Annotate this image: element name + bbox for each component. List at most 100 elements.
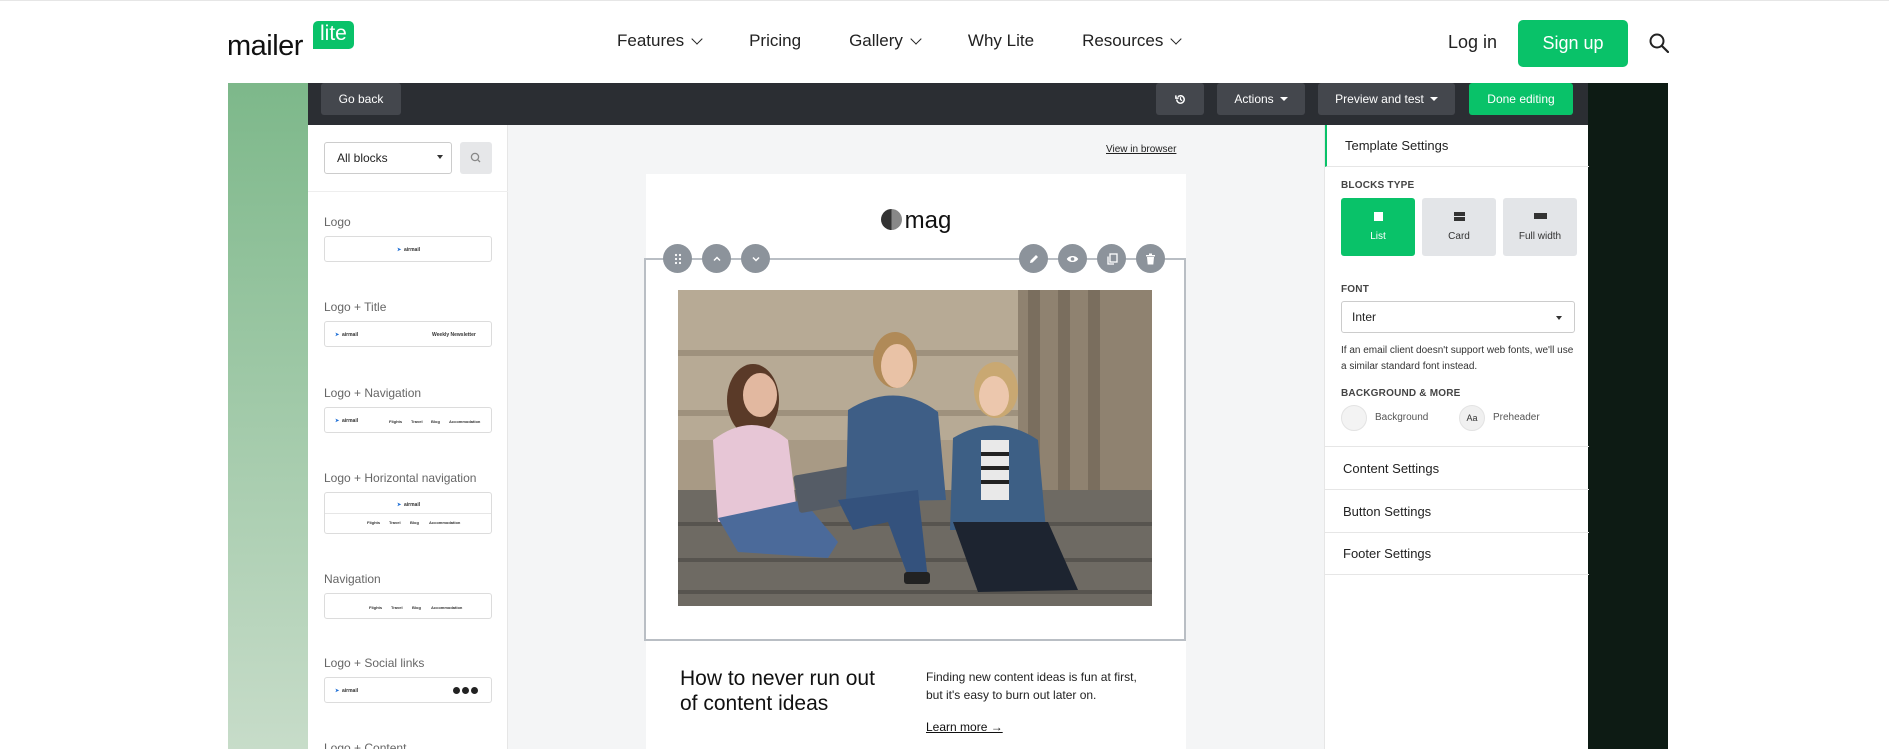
blocks-search-button[interactable] bbox=[460, 142, 492, 174]
nav-resources-label: Resources bbox=[1082, 31, 1164, 50]
block-type-full-width[interactable]: Full width bbox=[1503, 198, 1577, 256]
thumb-nav-item: Travel bbox=[411, 419, 423, 424]
nav-why-lite[interactable]: Why Lite bbox=[968, 31, 1034, 51]
history-button[interactable] bbox=[1156, 83, 1204, 115]
nav-gallery[interactable]: Gallery bbox=[849, 31, 922, 51]
thumb-nav-item: Accommodation bbox=[449, 419, 481, 424]
font-select-value: Inter bbox=[1352, 310, 1377, 324]
brand-logo-icon bbox=[880, 209, 902, 230]
block-label: Navigation bbox=[324, 572, 381, 586]
block-logo-content[interactable]: Logo + Content bbox=[324, 741, 492, 749]
duplicate-block-button[interactable] bbox=[1097, 244, 1126, 273]
caret-down-icon bbox=[437, 155, 443, 159]
button-settings-section[interactable]: Button Settings bbox=[1325, 489, 1589, 532]
blocks-filter-value: All blocks bbox=[337, 151, 388, 165]
pencil-icon bbox=[1029, 254, 1038, 263]
move-up-button[interactable] bbox=[702, 244, 731, 273]
nav-pricing[interactable]: Pricing bbox=[749, 31, 801, 51]
block-logo-title[interactable]: Logo + Title ➤ airmail Weekly Newsletter bbox=[324, 300, 492, 347]
delete-block-button[interactable] bbox=[1136, 244, 1165, 273]
thumb-nav-item: Blog bbox=[431, 419, 440, 424]
nav-features[interactable]: Features bbox=[617, 31, 703, 51]
footer-settings-section[interactable]: Footer Settings bbox=[1325, 532, 1589, 575]
block-type-card[interactable]: Card bbox=[1422, 198, 1496, 256]
background-label[interactable]: Background bbox=[1375, 412, 1428, 423]
block-logo-social-links[interactable]: Logo + Social links ➤ airmail bbox=[324, 656, 492, 703]
actions-dropdown[interactable]: Actions bbox=[1217, 83, 1305, 115]
preview-test-dropdown[interactable]: Preview and test bbox=[1318, 83, 1455, 115]
background-color-swatch[interactable] bbox=[1341, 405, 1367, 431]
airmail-logo-icon: ➤ bbox=[397, 247, 402, 253]
content-settings-section[interactable]: Content Settings bbox=[1325, 446, 1589, 489]
card-icon bbox=[1453, 212, 1465, 221]
article-headline[interactable]: How to never run out of content ideas bbox=[680, 666, 890, 716]
panel-divider bbox=[308, 191, 508, 192]
full-width-icon bbox=[1533, 212, 1547, 219]
block-label: Logo + Horizontal navigation bbox=[324, 471, 477, 485]
logo-wordmark: mailer bbox=[227, 30, 303, 62]
airmail-logo-icon: ➤ bbox=[335, 418, 340, 424]
search-icon[interactable] bbox=[1649, 33, 1669, 53]
main-menu: Features Pricing Gallery Why Lite Resour… bbox=[617, 31, 1228, 51]
nav-pricing-label: Pricing bbox=[749, 31, 802, 50]
block-label: Logo + Navigation bbox=[324, 386, 422, 400]
thumb-logo-text: airmail bbox=[404, 247, 421, 253]
caret-down-icon bbox=[1429, 97, 1438, 101]
stage-dark-edge bbox=[1588, 83, 1668, 749]
signup-button[interactable]: Sign up bbox=[1518, 20, 1628, 67]
block-type-label: Full width bbox=[1518, 230, 1562, 242]
block-logo-navigation[interactable]: Logo + Navigation ➤ airmail Flights Trav… bbox=[324, 386, 492, 433]
trash-icon bbox=[1146, 253, 1155, 264]
block-logo[interactable]: Logo ➤ airmail bbox=[324, 215, 492, 262]
preview-label: Preview and test bbox=[1335, 92, 1424, 106]
thumb-nav-item: Blog bbox=[412, 605, 421, 610]
learn-more-link[interactable]: Learn more → bbox=[926, 720, 1003, 734]
preheader-icon[interactable]: Aa bbox=[1459, 405, 1485, 431]
facebook-icon bbox=[453, 687, 460, 694]
thumb-nav-item: Flights bbox=[369, 605, 383, 610]
block-logo-horizontal-navigation[interactable]: Logo + Horizontal navigation ➤ airmail F… bbox=[324, 471, 492, 534]
font-fallback-note: If an email client doesn't support web f… bbox=[1341, 345, 1574, 372]
blocks-panel: All blocks Logo ➤ airmail Logo + Title ➤… bbox=[308, 125, 508, 749]
login-link[interactable]: Log in bbox=[1448, 32, 1497, 53]
mailerlite-logo[interactable]: mailer lite bbox=[227, 21, 354, 62]
background-more-label: BACKGROUND & MORE bbox=[1341, 388, 1461, 399]
airmail-logo-icon: ➤ bbox=[397, 502, 402, 508]
view-in-browser-link[interactable]: View in browser bbox=[1106, 144, 1176, 155]
go-back-button[interactable]: Go back bbox=[321, 83, 401, 115]
block-thumbnail: Flights Travel Blog Accommodation bbox=[324, 593, 492, 619]
block-thumbnail: ➤ airmail bbox=[324, 677, 492, 703]
brand-name: mag bbox=[904, 207, 952, 234]
blocks-type-label: BLOCKS TYPE bbox=[1341, 180, 1415, 191]
block-type-label: List bbox=[1370, 231, 1386, 242]
block-thumbnail: ➤ airmail Flights Travel Blog Accommodat… bbox=[324, 492, 492, 534]
copy-icon bbox=[1106, 252, 1118, 265]
block-type-list[interactable]: List bbox=[1341, 198, 1415, 256]
move-down-button[interactable] bbox=[741, 244, 770, 273]
drag-handle[interactable] bbox=[663, 244, 692, 273]
brand-logo[interactable]: mag bbox=[646, 207, 1186, 235]
nav-resources[interactable]: Resources bbox=[1082, 31, 1182, 51]
settings-panel: Template Settings BLOCKS TYPE List Card … bbox=[1324, 125, 1589, 749]
list-icon bbox=[1373, 212, 1383, 221]
thumb-logo-text: airmail bbox=[342, 332, 359, 338]
block-navigation[interactable]: Navigation Flights Travel Blog Accommoda… bbox=[324, 572, 492, 619]
actions-label: Actions bbox=[1234, 92, 1274, 106]
font-select[interactable]: Inter bbox=[1341, 301, 1575, 333]
block-label: Logo bbox=[324, 215, 351, 229]
block-type-label: Card bbox=[1448, 231, 1470, 242]
preheader-label[interactable]: Preheader bbox=[1493, 412, 1540, 423]
thumb-nav-item: Travel bbox=[391, 605, 403, 610]
hero-photo[interactable] bbox=[678, 290, 1152, 606]
edit-block-button[interactable] bbox=[1019, 244, 1048, 273]
done-editing-button[interactable]: Done editing bbox=[1469, 83, 1573, 115]
twitter-icon bbox=[462, 687, 469, 694]
blocks-filter-select[interactable]: All blocks bbox=[324, 142, 452, 174]
thumb-divider bbox=[325, 513, 491, 514]
visibility-button[interactable] bbox=[1058, 244, 1087, 273]
template-settings-header[interactable]: Template Settings bbox=[1325, 125, 1589, 167]
thumb-nav-item: Accommodation bbox=[429, 520, 461, 525]
thumb-logo-text: airmail bbox=[342, 418, 359, 424]
search-icon bbox=[470, 152, 481, 163]
article-body[interactable]: Finding new content ideas is fun at firs… bbox=[926, 668, 1156, 704]
